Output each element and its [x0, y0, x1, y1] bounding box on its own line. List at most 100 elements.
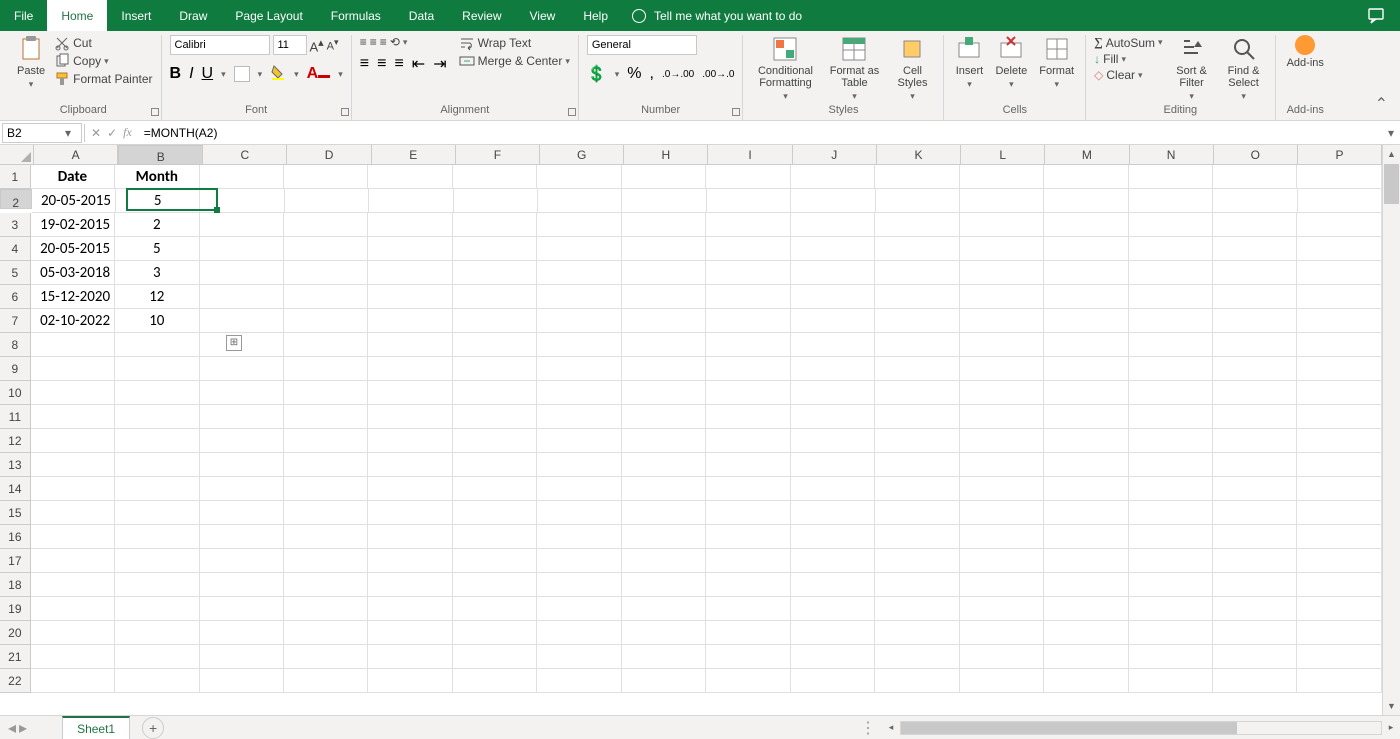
cell-N11[interactable] — [1129, 405, 1213, 429]
find-select-button[interactable]: Find & Select▾ — [1221, 35, 1267, 102]
cell-J19[interactable] — [791, 597, 875, 621]
cell-F6[interactable] — [453, 285, 537, 309]
cell-L20[interactable] — [960, 621, 1044, 645]
cell-G9[interactable] — [537, 357, 621, 381]
cell-C11[interactable] — [200, 405, 284, 429]
sheet-tab-sheet1[interactable]: Sheet1 — [62, 716, 130, 739]
cell-L9[interactable] — [960, 357, 1044, 381]
cell-E15[interactable] — [368, 501, 452, 525]
cell-P6[interactable] — [1297, 285, 1381, 309]
cell-H20[interactable] — [622, 621, 706, 645]
cell-H8[interactable] — [622, 333, 706, 357]
cell-G20[interactable] — [537, 621, 621, 645]
cell-I21[interactable] — [706, 645, 790, 669]
cell-M20[interactable] — [1044, 621, 1128, 645]
cell-B3[interactable]: 2 — [115, 213, 199, 237]
cell-B19[interactable] — [115, 597, 199, 621]
merge-center-button[interactable]: Merge & Center▾ — [459, 53, 570, 69]
cell-I14[interactable] — [706, 477, 790, 501]
cell-J3[interactable] — [791, 213, 875, 237]
column-header-B[interactable]: B — [118, 145, 203, 165]
cell-N22[interactable] — [1129, 669, 1213, 693]
increase-indent-icon[interactable]: ⇥ — [433, 54, 446, 74]
spreadsheet-grid[interactable]: ABCDEFGHIJKLMNOP 1DateMonth220-05-201553… — [0, 145, 1382, 715]
cell-B7[interactable]: 10 — [115, 309, 199, 333]
bold-button[interactable]: B — [170, 65, 182, 83]
cell-H12[interactable] — [622, 429, 706, 453]
scroll-right-icon[interactable]: ▸ — [1382, 722, 1400, 733]
cell-L5[interactable] — [960, 261, 1044, 285]
scroll-up-icon[interactable]: ▲ — [1383, 145, 1400, 163]
cell-D13[interactable] — [284, 453, 368, 477]
cell-L2[interactable] — [960, 189, 1044, 213]
cell-K5[interactable] — [875, 261, 959, 285]
cell-K4[interactable] — [875, 237, 959, 261]
cell-I2[interactable] — [707, 189, 791, 213]
cell-B11[interactable] — [115, 405, 199, 429]
cell-P18[interactable] — [1297, 573, 1381, 597]
cell-E9[interactable] — [368, 357, 452, 381]
tab-review[interactable]: Review — [448, 0, 515, 31]
cell-K8[interactable] — [875, 333, 959, 357]
cell-A5[interactable]: 05-03-2018 — [31, 261, 115, 285]
sheet-nav-prev-icon[interactable]: ▸ — [19, 718, 27, 738]
hscroll-thumb[interactable] — [901, 722, 1237, 734]
row-header-4[interactable]: 4 — [0, 237, 31, 261]
cell-H19[interactable] — [622, 597, 706, 621]
cell-K17[interactable] — [875, 549, 959, 573]
tab-file[interactable]: File — [0, 0, 47, 31]
cell-A6[interactable]: 15-12-2020 — [31, 285, 115, 309]
cell-F4[interactable] — [453, 237, 537, 261]
cell-O19[interactable] — [1213, 597, 1297, 621]
cell-O1[interactable] — [1213, 165, 1297, 189]
cell-J1[interactable] — [791, 165, 875, 189]
cell-A2[interactable]: 20-05-2015 — [32, 189, 116, 213]
cell-K18[interactable] — [875, 573, 959, 597]
select-all-corner[interactable] — [0, 145, 34, 165]
row-header-6[interactable]: 6 — [0, 285, 31, 309]
cell-F19[interactable] — [453, 597, 537, 621]
cell-K10[interactable] — [875, 381, 959, 405]
column-header-A[interactable]: A — [34, 145, 118, 164]
cell-J8[interactable] — [791, 333, 875, 357]
cell-O3[interactable] — [1213, 213, 1297, 237]
cell-O12[interactable] — [1213, 429, 1297, 453]
formula-input[interactable]: =MONTH(A2) — [138, 126, 1382, 140]
cell-K22[interactable] — [875, 669, 959, 693]
cell-C4[interactable] — [200, 237, 284, 261]
cell-E7[interactable] — [368, 309, 452, 333]
cell-G5[interactable] — [537, 261, 621, 285]
align-left-icon[interactable]: ≡ — [360, 55, 369, 73]
cell-K13[interactable] — [875, 453, 959, 477]
cell-J5[interactable] — [791, 261, 875, 285]
cell-M22[interactable] — [1044, 669, 1128, 693]
cell-H7[interactable] — [622, 309, 706, 333]
autofill-options-icon[interactable]: ⊞ — [226, 335, 242, 351]
cell-A4[interactable]: 20-05-2015 — [31, 237, 115, 261]
cell-B12[interactable] — [115, 429, 199, 453]
cell-N8[interactable] — [1129, 333, 1213, 357]
cell-I6[interactable] — [706, 285, 790, 309]
column-header-H[interactable]: H — [624, 145, 708, 164]
cell-D17[interactable] — [284, 549, 368, 573]
number-format-select[interactable] — [587, 35, 697, 55]
cell-N13[interactable] — [1129, 453, 1213, 477]
dialog-launcher-icon[interactable] — [568, 108, 576, 116]
cell-O22[interactable] — [1213, 669, 1297, 693]
cell-G19[interactable] — [537, 597, 621, 621]
cell-A20[interactable] — [31, 621, 115, 645]
cell-O4[interactable] — [1213, 237, 1297, 261]
cell-D18[interactable] — [284, 573, 368, 597]
autosum-button[interactable]: ∑ AutoSum▾ — [1094, 35, 1162, 50]
cell-E11[interactable] — [368, 405, 452, 429]
delete-cells-button[interactable]: Delete▾ — [992, 35, 1030, 90]
cell-A15[interactable] — [31, 501, 115, 525]
cell-E13[interactable] — [368, 453, 452, 477]
cell-J18[interactable] — [791, 573, 875, 597]
cell-H4[interactable] — [622, 237, 706, 261]
cell-B20[interactable] — [115, 621, 199, 645]
cell-M3[interactable] — [1044, 213, 1128, 237]
tab-help[interactable]: Help — [569, 0, 622, 31]
cell-E5[interactable] — [368, 261, 452, 285]
cell-F21[interactable] — [453, 645, 537, 669]
